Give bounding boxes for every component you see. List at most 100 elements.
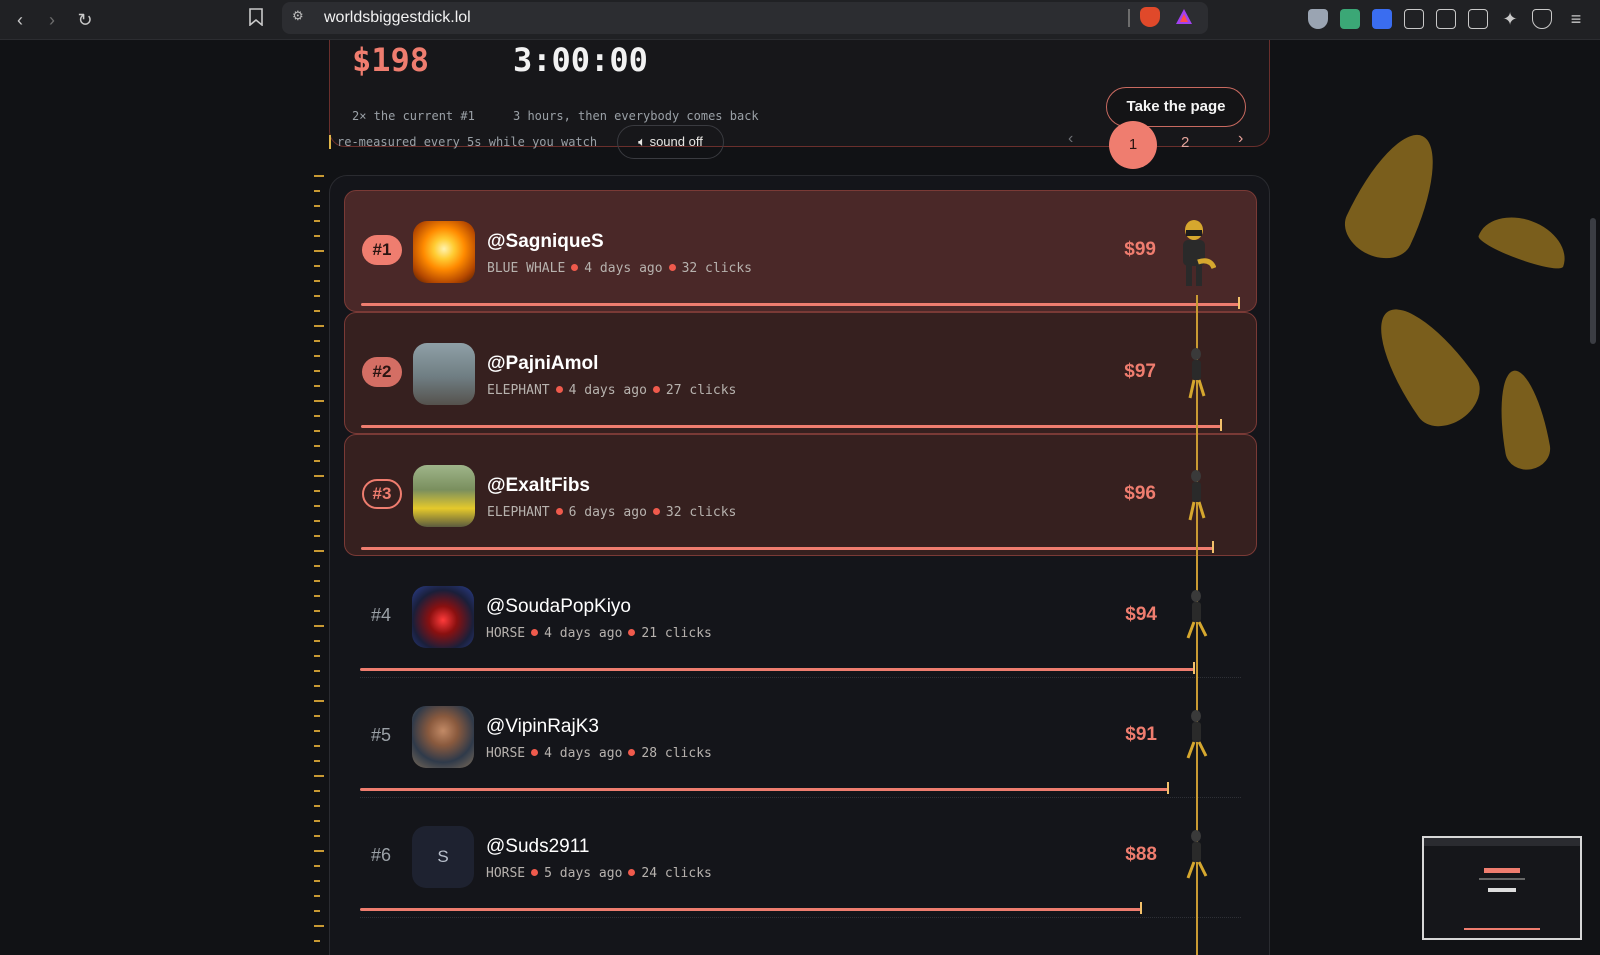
- separator-dot: [531, 629, 539, 636]
- forward-icon[interactable]: ›: [40, 8, 64, 32]
- address-bar[interactable]: ⚙ worldsbiggestdick.lol: [282, 2, 1208, 34]
- ruler-tick: [314, 835, 320, 837]
- clicks-label: 28 clicks: [641, 746, 712, 761]
- brave-shields-icon[interactable]: [1140, 7, 1160, 27]
- progress-bar-end: [1140, 902, 1143, 914]
- amount-value: $99: [1124, 239, 1156, 260]
- ruler-tick: [314, 340, 320, 342]
- separator-dot: [531, 749, 539, 756]
- ruler-tick: [314, 910, 320, 912]
- leaderboard-row[interactable]: #3 @ExaltFibs ELEPHANT 6 days ago 32 click…: [344, 434, 1257, 556]
- ruler-tick: [314, 430, 320, 432]
- prev-page-button[interactable]: ‹: [1068, 130, 1073, 148]
- progress-bar-end: [1238, 297, 1240, 309]
- user-handle[interactable]: @SagniqueS: [487, 231, 604, 253]
- ruler-tick: [314, 370, 320, 372]
- ruler-tick: [314, 190, 320, 192]
- progress-bar-end: [1211, 541, 1214, 553]
- menu-icon[interactable]: ≡: [1566, 9, 1586, 29]
- page-minimap[interactable]: [1422, 836, 1582, 940]
- leaderboard-row[interactable]: #2 @PajniAmol ELEPHANT 4 days ago 27 click…: [344, 312, 1257, 434]
- page-2-button[interactable]: 2: [1181, 134, 1189, 151]
- amount-value: $91: [1125, 724, 1157, 745]
- ruler-tick: [314, 715, 320, 717]
- row-meta: HORSE 5 days ago 24 clicks: [486, 866, 712, 881]
- clicks-label: 21 clicks: [641, 626, 712, 641]
- page-scrollbar[interactable]: [1590, 218, 1596, 344]
- ruler-tick: [314, 745, 320, 747]
- ruler-tick: [314, 790, 320, 792]
- shield-extension-icon[interactable]: [1308, 9, 1328, 29]
- page-1-button[interactable]: 1: [1109, 121, 1157, 169]
- avatar: [413, 343, 475, 405]
- rank-badge: #2: [362, 357, 402, 387]
- climber-icon: [1188, 470, 1206, 521]
- reload-icon[interactable]: ↻: [73, 8, 97, 32]
- mute-icon: 🔈︎: [638, 134, 646, 149]
- clicks-label: 32 clicks: [681, 261, 753, 276]
- url-text: worldsbiggestdick.lol: [324, 9, 471, 26]
- gear-extension-icon[interactable]: [1372, 9, 1392, 29]
- user-handle[interactable]: @Suds2911: [486, 836, 589, 858]
- takeover-timer: 3:00:00: [513, 41, 648, 79]
- separator-dot: [531, 869, 539, 876]
- back-icon[interactable]: ‹: [8, 8, 32, 32]
- site-settings-icon[interactable]: ⚙: [292, 8, 310, 26]
- leaderboard-row[interactable]: #6 S @Suds2911 HORSE 5 days ago 24 clicks …: [344, 796, 1257, 918]
- ruler-tick: [314, 730, 320, 732]
- rank-badge: #3: [362, 479, 402, 509]
- take-price: $198: [352, 41, 430, 79]
- separator-dot: [668, 264, 676, 271]
- avatar: S: [412, 826, 474, 888]
- progress-bar: [361, 425, 1222, 428]
- row-divider: [360, 917, 1241, 918]
- user-handle[interactable]: @PajniAmol: [487, 353, 598, 375]
- browser-toolbar: ‹ › ↻ ⚙ worldsbiggestdick.lol ✦ ≡: [0, 0, 1600, 40]
- tier-label: HORSE: [486, 866, 526, 881]
- ruler-tick: [314, 250, 324, 252]
- bookmark-icon[interactable]: [244, 8, 268, 32]
- tier-label: ELEPHANT: [487, 383, 550, 398]
- brave-rewards-icon[interactable]: [1174, 7, 1194, 27]
- time-label: 4 days ago: [568, 383, 647, 398]
- vpn-icon[interactable]: [1532, 9, 1552, 29]
- user-handle[interactable]: @ExaltFibs: [487, 475, 590, 497]
- avatar: [413, 221, 475, 283]
- separator-dot: [652, 508, 660, 515]
- leaderboard-row[interactable]: #1 @SagniqueS BLUE WHALE 4 days ago 32 cli…: [344, 190, 1257, 312]
- rank-label: #6: [370, 845, 392, 865]
- sidebar-icon[interactable]: [1436, 9, 1456, 29]
- clicks-label: 27 clicks: [665, 383, 737, 398]
- ruler-tick: [314, 310, 320, 312]
- separator-dot: [628, 749, 636, 756]
- banana-decoration: [1491, 366, 1554, 474]
- leaderboard-row[interactable]: #4 @SoudaPopKiyo HORSE 4 days ago 21 click…: [344, 556, 1257, 678]
- amount-value: $88: [1125, 844, 1157, 865]
- separator-dot: [555, 508, 563, 515]
- tier-label: HORSE: [486, 746, 526, 761]
- ruler-tick: [314, 760, 320, 762]
- leo-ai-icon[interactable]: ✦: [1500, 9, 1520, 29]
- ruler-tick: [314, 220, 320, 222]
- time-label: 4 days ago: [584, 261, 663, 276]
- ruler-tick: [314, 625, 324, 627]
- take-price-caption: 2× the current #1: [352, 109, 475, 123]
- user-handle[interactable]: @VipinRajK3: [486, 716, 599, 738]
- next-page-button[interactable]: ›: [1238, 130, 1243, 148]
- ruler-tick: [314, 805, 320, 807]
- ruler-tick: [314, 550, 324, 552]
- progress-bar: [360, 788, 1168, 791]
- ruler-tick: [314, 205, 320, 207]
- sound-toggle-button[interactable]: 🔈︎ sound off: [617, 125, 724, 159]
- ruler-tick: [314, 445, 320, 447]
- user-handle[interactable]: @SoudaPopKiyo: [486, 596, 631, 618]
- ruler-tick: [314, 685, 320, 687]
- banana-decoration: [1359, 291, 1491, 439]
- ruler-tick: [314, 295, 320, 297]
- mail-extension-icon[interactable]: [1340, 9, 1360, 29]
- wallet-icon[interactable]: [1468, 9, 1488, 29]
- ruler-tick: [314, 670, 320, 672]
- extensions-icon[interactable]: [1404, 9, 1424, 29]
- leaderboard-row[interactable]: #5 @VipinRajK3 HORSE 4 days ago 28 clicks …: [344, 676, 1257, 798]
- progress-bar: [361, 547, 1213, 550]
